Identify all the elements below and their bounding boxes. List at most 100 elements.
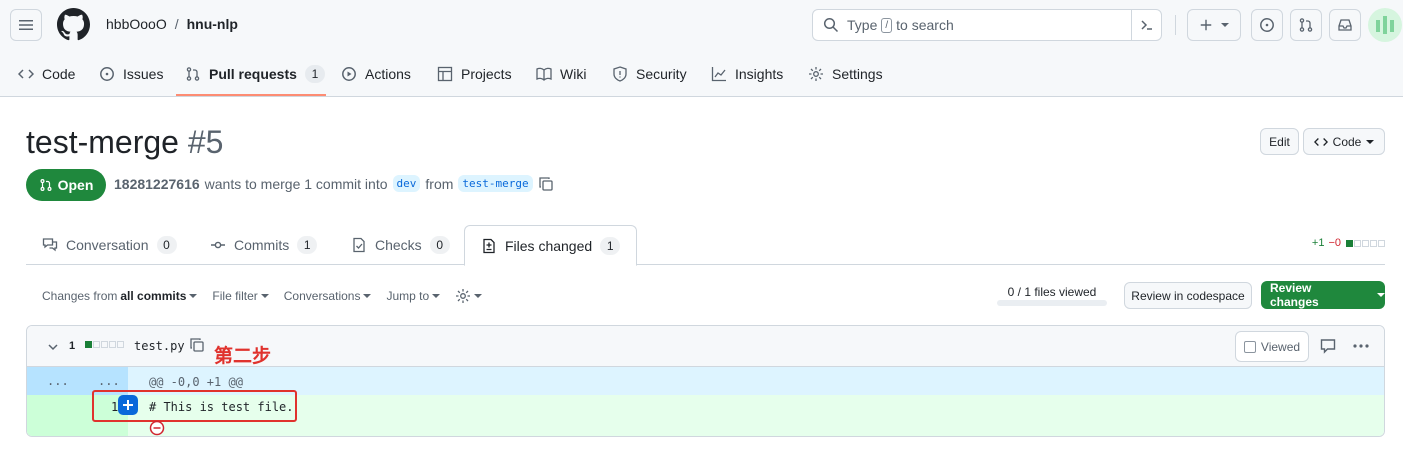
- page-title: test-merge #5: [26, 124, 223, 161]
- caret-down-icon: [432, 294, 441, 298]
- deletions-count: −0: [1328, 237, 1341, 249]
- changes-from-dropdown[interactable]: Changes from all commits: [42, 289, 198, 303]
- review-in-codespace-button[interactable]: Review in codespace: [1124, 282, 1252, 309]
- hunk-header: @@ -0,0 +1 @@: [149, 375, 243, 389]
- diffstat: +1 −0: [1312, 237, 1385, 249]
- tab-label: Projects: [461, 66, 512, 82]
- pr-title: test-merge: [26, 124, 179, 160]
- tab-projects[interactable]: Projects: [437, 63, 512, 85]
- search-icon: [823, 17, 839, 33]
- issues-button[interactable]: [1251, 9, 1283, 41]
- comment-discussion-icon: [42, 238, 58, 252]
- table-icon: [437, 66, 453, 82]
- create-new-button[interactable]: [1187, 9, 1241, 41]
- pull-request-count: 1: [304, 65, 325, 83]
- tab-insights[interactable]: Insights: [711, 63, 783, 85]
- file-diffstat-blocks: [84, 341, 124, 348]
- no-entry-cursor-icon: [149, 420, 165, 436]
- files-viewed-count: 0 / 1 files viewed: [1007, 285, 1097, 299]
- terminal-icon: [1140, 20, 1152, 30]
- review-changes-button[interactable]: Review changes: [1261, 281, 1385, 309]
- comment-icon[interactable]: [1320, 338, 1336, 354]
- status-label: Open: [57, 177, 94, 193]
- diff-settings-dropdown[interactable]: [455, 288, 483, 304]
- caret-down-icon: [260, 294, 269, 298]
- plus-icon: [1200, 19, 1212, 31]
- gear-icon: [809, 67, 823, 81]
- kebab-horizontal-icon[interactable]: [1352, 337, 1370, 355]
- owner-link[interactable]: hbbOooO: [106, 16, 167, 32]
- meta-text: wants to merge 1 commit into: [204, 175, 388, 192]
- repo-link[interactable]: hnu-nlp: [187, 16, 238, 32]
- jump-to-dropdown[interactable]: Jump to: [386, 289, 441, 303]
- tab-label: Pull requests: [209, 66, 297, 82]
- tab-label: Checks: [375, 237, 422, 253]
- checklist-icon: [353, 237, 365, 253]
- header-divider: [1175, 15, 1176, 35]
- tab-count: 1: [297, 236, 318, 254]
- code-button[interactable]: Code: [1303, 128, 1385, 155]
- viewed-checkbox[interactable]: Viewed: [1235, 331, 1309, 362]
- pr-meta: 18281227616 wants to merge 1 commit into…: [114, 175, 554, 192]
- tab-count: 0: [429, 236, 450, 254]
- edit-button[interactable]: Edit: [1260, 128, 1299, 155]
- status-badge: Open: [26, 169, 106, 201]
- tab-label: Files changed: [505, 237, 593, 254]
- tab-pull-requests[interactable]: Pull requests 1: [185, 63, 325, 85]
- book-icon: [536, 67, 552, 81]
- issue-circle-icon: [1260, 18, 1274, 32]
- github-logo-icon[interactable]: [57, 8, 90, 41]
- hunk-expand-left: ...: [47, 374, 69, 388]
- user-avatar[interactable]: [1368, 8, 1402, 42]
- chevron-down-icon[interactable]: [47, 341, 59, 353]
- copy-icon[interactable]: [538, 176, 554, 192]
- tab-commits[interactable]: Commits 1: [210, 225, 318, 265]
- tab-label: Issues: [123, 66, 164, 82]
- search-placeholder-prefix: Type: [847, 17, 878, 33]
- base-branch[interactable]: dev: [392, 175, 421, 192]
- tab-wiki[interactable]: Wiki: [536, 63, 586, 85]
- tab-security[interactable]: Security: [612, 63, 687, 85]
- changes-from-label: Changes from: [42, 289, 118, 303]
- search-placeholder-suffix: to search: [896, 17, 954, 33]
- graph-icon: [711, 67, 726, 82]
- caret-down-icon: [1221, 23, 1229, 27]
- inbox-button[interactable]: [1329, 9, 1361, 41]
- viewed-label: Viewed: [1260, 339, 1301, 354]
- repo-nav: Code Issues Pull requests 1 Actions Proj…: [0, 50, 1403, 97]
- tab-conversation[interactable]: Conversation 0: [42, 225, 177, 265]
- diff-toolbar: Changes from all commits File filter Con…: [42, 286, 497, 306]
- search-shortcut-key: /: [881, 17, 893, 33]
- tab-label: Security: [636, 66, 687, 82]
- breadcrumb-separator: /: [174, 16, 179, 32]
- caret-down-icon: [474, 294, 483, 298]
- commit-icon: [211, 241, 225, 249]
- file-change-count: 1: [69, 340, 76, 352]
- file-name[interactable]: test.py: [134, 339, 185, 353]
- conversations-dropdown[interactable]: Conversations: [284, 289, 372, 303]
- tab-issues[interactable]: Issues: [99, 63, 163, 85]
- code-icon: [1313, 137, 1328, 146]
- shield-icon: [613, 66, 627, 82]
- tab-label: Wiki: [560, 66, 587, 82]
- menu-button[interactable]: [10, 9, 42, 41]
- copy-icon[interactable]: [189, 337, 205, 353]
- tab-files-changed[interactable]: Files changed 1: [464, 225, 638, 266]
- checkbox-box: [1243, 340, 1256, 353]
- code-icon: [18, 69, 34, 79]
- tab-actions[interactable]: Actions: [341, 63, 411, 85]
- file-filter-dropdown[interactable]: File filter: [212, 289, 269, 303]
- hunk-expand-right: ...: [98, 374, 120, 388]
- changes-from-value: all commits: [120, 289, 187, 303]
- pull-requests-button[interactable]: [1290, 9, 1322, 41]
- caret-down-icon: [1377, 293, 1385, 297]
- tab-settings[interactable]: Settings: [808, 63, 883, 85]
- tab-checks[interactable]: Checks 0: [351, 225, 450, 265]
- tab-code[interactable]: Code: [18, 63, 75, 85]
- author-link[interactable]: 18281227616: [114, 176, 200, 192]
- search-input[interactable]: Type / to search: [812, 9, 1162, 41]
- hamburger-icon: [19, 20, 33, 30]
- tab-count: 1: [600, 236, 621, 255]
- head-branch[interactable]: test-merge: [458, 175, 533, 192]
- command-palette-button[interactable]: [1131, 10, 1161, 40]
